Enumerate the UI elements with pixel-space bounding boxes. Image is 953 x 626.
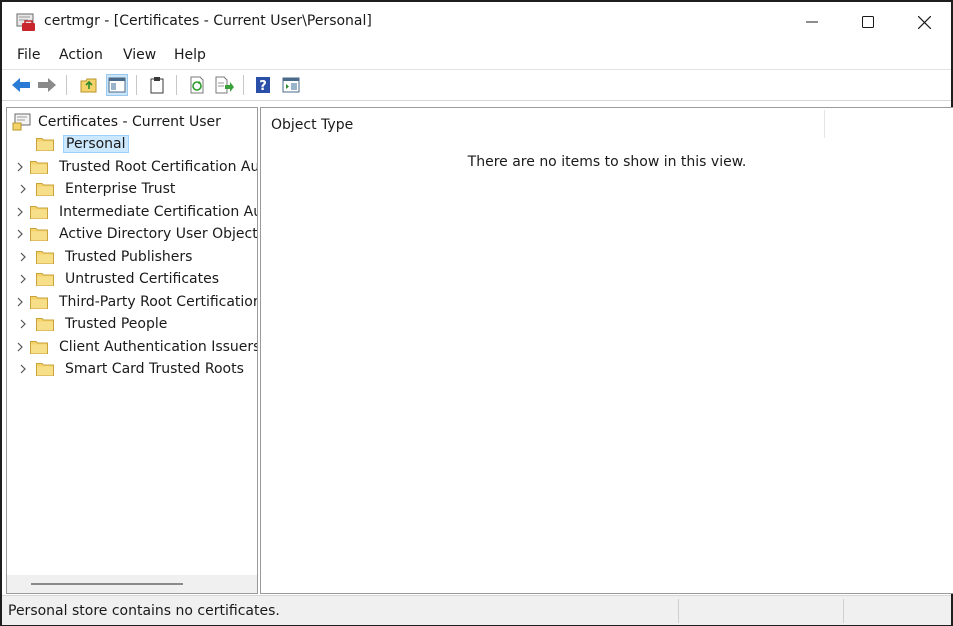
- menu-action[interactable]: Action: [59, 47, 103, 63]
- toolbar-separator: [243, 75, 244, 95]
- tree-item-label: Trusted People: [65, 316, 168, 332]
- forward-button[interactable]: [36, 74, 58, 96]
- folder-icon: [36, 137, 54, 151]
- back-icon: [12, 78, 30, 92]
- column-header-object-type[interactable]: Object Type: [271, 117, 353, 133]
- chevron-right-icon[interactable]: [16, 295, 24, 309]
- svg-text:?: ?: [259, 79, 267, 94]
- tree-item-label: Intermediate Certification Au: [59, 203, 258, 220]
- status-bar: Personal store contains no certificates.: [2, 595, 951, 625]
- chevron-right-icon[interactable]: [16, 205, 24, 219]
- menu-help[interactable]: Help: [174, 47, 206, 63]
- toolbar-separator: [66, 75, 67, 95]
- folder-icon: [36, 250, 54, 264]
- window-title: certmgr - [Certificates - Current User\P…: [44, 13, 372, 29]
- tree-item[interactable]: Third-Party Root Certificatior: [7, 291, 257, 313]
- tree-item-label: Client Authentication Issuers: [59, 338, 258, 355]
- minimize-icon: [806, 21, 818, 23]
- folder-icon: [36, 317, 54, 331]
- chevron-right-icon[interactable]: [16, 317, 30, 331]
- clipboard-button[interactable]: [146, 74, 168, 96]
- certificate-store-icon: [12, 113, 31, 131]
- menu-file[interactable]: File: [17, 47, 40, 63]
- results-pane[interactable]: Object Type There are no items to show i…: [260, 107, 953, 594]
- certmgr-app-icon: [16, 12, 36, 32]
- up-folder-icon: [80, 78, 97, 93]
- folder-icon: [36, 362, 54, 376]
- tree-item-label: Active Directory User Object: [59, 226, 258, 242]
- menu-bar: File Action View Help: [2, 43, 951, 70]
- folder-icon: [30, 160, 48, 174]
- chevron-right-icon[interactable]: [16, 340, 24, 354]
- tree-item[interactable]: Client Authentication Issuers: [7, 336, 257, 358]
- tree-item-label: Smart Card Trusted Roots: [65, 361, 244, 377]
- close-button[interactable]: [896, 2, 952, 42]
- back-button[interactable]: [10, 74, 32, 96]
- folder-icon: [30, 340, 48, 354]
- toolbar-separator: [176, 75, 177, 95]
- folder-icon: [30, 227, 48, 241]
- tree-item-label: Trusted Publishers: [65, 248, 193, 265]
- chevron-right-icon[interactable]: [16, 250, 30, 264]
- tree-item-label: Enterprise Trust: [65, 181, 176, 197]
- status-divider: [678, 599, 679, 623]
- toolbar-separator: [136, 75, 137, 95]
- show-hide-console-tree-button[interactable]: [106, 74, 128, 96]
- export-list-button[interactable]: [213, 74, 235, 96]
- refresh-button[interactable]: [186, 74, 208, 96]
- tree-item-label: Third-Party Root Certificatior: [59, 293, 258, 310]
- tree-item[interactable]: Trusted People: [7, 313, 257, 335]
- tree-item[interactable]: Active Directory User Object: [7, 223, 257, 245]
- folder-icon: [36, 182, 54, 196]
- tree-item[interactable]: Untrusted Certificates: [7, 268, 257, 290]
- refresh-icon: [190, 76, 204, 94]
- empty-list-message: There are no items to show in this view.: [467, 154, 747, 170]
- tree-item[interactable]: Personal: [7, 133, 257, 155]
- tree-horizontal-scrollbar[interactable]: [7, 575, 257, 593]
- chevron-right-icon[interactable]: [16, 160, 24, 174]
- tree-item[interactable]: Trusted Root Certification Au: [7, 156, 257, 178]
- tree-root-label: Certificates - Current User: [38, 114, 221, 130]
- tree-item-label: Trusted Root Certification Au: [59, 158, 258, 175]
- properties-pane-button[interactable]: [280, 74, 302, 96]
- chevron-right-icon[interactable]: [16, 362, 30, 376]
- scrollbar-thumb[interactable]: [31, 583, 183, 585]
- tree-item-label: Untrusted Certificates: [65, 271, 219, 287]
- folder-icon: [36, 272, 54, 286]
- export-list-icon: [215, 76, 234, 94]
- chevron-right-icon[interactable]: [16, 182, 30, 196]
- folder-icon: [30, 295, 48, 309]
- console-tree-pane[interactable]: Certificates - Current User Personal Trus…: [6, 107, 258, 594]
- title-bar: certmgr - [Certificates - Current User\P…: [2, 2, 951, 42]
- column-divider[interactable]: [824, 110, 825, 138]
- chevron-right-icon[interactable]: [16, 272, 30, 286]
- status-divider: [843, 599, 844, 623]
- chevron-right-icon[interactable]: [16, 227, 24, 241]
- tree-item-label: Personal: [63, 135, 129, 153]
- up-one-level-button[interactable]: [78, 74, 100, 96]
- folder-icon: [30, 205, 48, 219]
- properties-pane-icon: [282, 77, 300, 93]
- clipboard-icon: [150, 77, 164, 94]
- tree-root-certificates[interactable]: Certificates - Current User: [12, 112, 221, 132]
- tree-item[interactable]: Smart Card Trusted Roots: [7, 358, 257, 380]
- help-button[interactable]: ?: [252, 74, 274, 96]
- maximize-icon: [862, 16, 874, 28]
- chevron-right-icon[interactable]: [16, 137, 30, 151]
- maximize-button[interactable]: [840, 2, 896, 42]
- toolbar: ?: [2, 70, 951, 101]
- help-icon: ?: [256, 77, 270, 94]
- menu-view[interactable]: View: [123, 47, 156, 63]
- status-text: Personal store contains no certificates.: [8, 603, 280, 619]
- close-icon: [917, 15, 931, 29]
- show-hide-console-tree-icon: [108, 77, 126, 93]
- tree-item[interactable]: Enterprise Trust: [7, 178, 257, 200]
- tree-item[interactable]: Intermediate Certification Au: [7, 201, 257, 223]
- app-window: certmgr - [Certificates - Current User\P…: [0, 0, 953, 626]
- tree-item[interactable]: Trusted Publishers: [7, 246, 257, 268]
- minimize-button[interactable]: [784, 2, 840, 42]
- forward-icon: [38, 78, 56, 92]
